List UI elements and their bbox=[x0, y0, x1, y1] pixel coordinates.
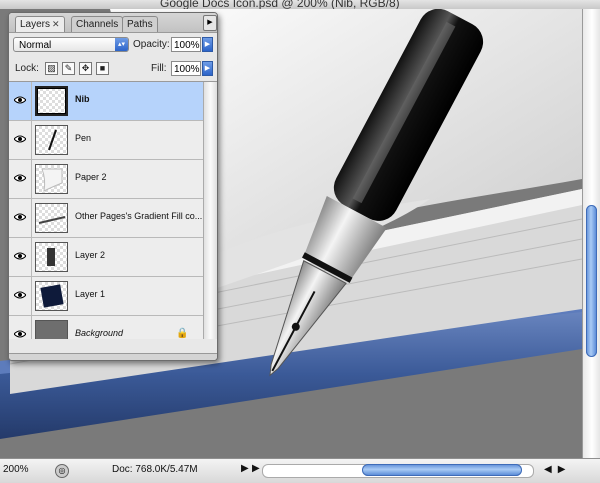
triangle-right-icon: ▶ bbox=[204, 41, 211, 48]
pen-thumbnail-icon bbox=[48, 129, 57, 151]
panel-tab-bar: Layers ✕ Channels Paths ▶ bbox=[9, 13, 217, 33]
layer-thumbnail bbox=[35, 164, 68, 194]
tab-channels-label: Channels bbox=[76, 19, 119, 30]
layer-name: Layer 2 bbox=[75, 250, 106, 260]
layer-row-layer-2[interactable]: Layer 2 bbox=[9, 238, 217, 277]
opacity-slider-arrow[interactable]: ▶ bbox=[202, 37, 213, 52]
lock-all-icon[interactable]: ■ bbox=[96, 62, 109, 75]
fill-input[interactable]: 100% bbox=[171, 61, 201, 76]
panel-footer bbox=[9, 353, 217, 360]
lock-fill-row: Lock: ▨ ✎ ✥ ■ Fill: 100% ▶ bbox=[9, 57, 217, 82]
blend-opacity-row: Normal ▴▾ Opacity: 100% ▶ bbox=[9, 33, 217, 57]
lock-image-pixels-icon[interactable]: ✎ bbox=[62, 62, 75, 75]
layer-row-background[interactable]: Background 🔒 bbox=[9, 316, 217, 339]
zoom-field[interactable]: 200% bbox=[3, 463, 43, 477]
tab-channels[interactable]: Channels bbox=[71, 16, 124, 32]
triangle-right-icon: ▶ bbox=[252, 463, 260, 474]
blend-mode-select[interactable]: Normal ▴▾ bbox=[13, 37, 129, 52]
opacity-label: Opacity: bbox=[133, 39, 170, 50]
triangle-right-icon: ▶ bbox=[207, 19, 213, 26]
document-title: Google Docs Icon.psd @ 200% (Nib, RGB/8) bbox=[160, 0, 400, 9]
eye-icon bbox=[14, 330, 26, 338]
layer-thumbnail bbox=[35, 320, 68, 339]
layer-name: Paper 2 bbox=[75, 172, 107, 182]
eye-icon bbox=[14, 174, 26, 182]
layer-thumbnail bbox=[35, 86, 68, 116]
layer-name: Layer 1 bbox=[75, 289, 106, 299]
visibility-toggle[interactable] bbox=[9, 82, 32, 120]
canvas-horizontal-scrollbar[interactable]: ▶ ◀▶ bbox=[252, 461, 600, 479]
layer-row-pen[interactable]: Pen bbox=[9, 121, 217, 160]
line-thumbnail-icon bbox=[38, 216, 66, 224]
vertical-scroll-thumb[interactable] bbox=[586, 205, 597, 357]
visibility-toggle[interactable] bbox=[9, 238, 32, 276]
layer-row-gradient-fill[interactable]: Other Pages's Gradient Fill co... bbox=[9, 199, 217, 238]
layer-row-layer-1[interactable]: Layer 1 bbox=[9, 277, 217, 316]
layer-row-nib[interactable]: Nib bbox=[9, 82, 217, 121]
scroll-arrows-icon[interactable]: ◀▶ bbox=[544, 464, 571, 475]
document-info: Doc: 768.0K/5.47M bbox=[112, 464, 198, 475]
visibility-toggle[interactable] bbox=[9, 160, 32, 198]
fill-label: Fill: bbox=[151, 63, 167, 74]
layers-list-scrollbar[interactable] bbox=[203, 82, 217, 339]
layer-thumbnail bbox=[35, 125, 68, 155]
fill-slider-arrow[interactable]: ▶ bbox=[202, 61, 213, 76]
updown-arrows-icon: ▴▾ bbox=[115, 38, 128, 51]
lock-icon: 🔒 bbox=[176, 328, 189, 339]
tab-paths-label: Paths bbox=[127, 19, 153, 30]
status-bar: 200% ◎ Doc: 768.0K/5.47M ▶ ▶ ◀▶ bbox=[0, 458, 600, 483]
eye-icon bbox=[14, 252, 26, 260]
square-thumbnail-icon bbox=[40, 284, 64, 308]
document-title-bar: Google Docs Icon.psd @ 200% (Nib, RGB/8) bbox=[0, 0, 600, 9]
lock-label: Lock: bbox=[15, 63, 39, 74]
tab-paths[interactable]: Paths bbox=[122, 16, 158, 32]
paper-thumbnail-icon bbox=[41, 168, 63, 192]
layer-name: Pen bbox=[75, 133, 92, 143]
visibility-toggle[interactable] bbox=[9, 316, 32, 339]
triangle-right-icon: ▶ bbox=[204, 65, 211, 72]
canvas-vertical-scrollbar[interactable] bbox=[582, 9, 600, 458]
eye-icon bbox=[14, 135, 26, 143]
visibility-toggle[interactable] bbox=[9, 121, 32, 159]
status-menu-icon[interactable]: ◎ bbox=[55, 464, 69, 478]
panel-menu-button[interactable]: ▶ bbox=[203, 15, 217, 31]
layers-panel: Layers ✕ Channels Paths ▶ Normal ▴▾ Opaci… bbox=[8, 12, 218, 361]
layer-thumbnail bbox=[35, 203, 68, 233]
eye-icon bbox=[14, 213, 26, 221]
visibility-toggle[interactable] bbox=[9, 199, 32, 237]
eye-icon bbox=[14, 96, 26, 104]
layer-row-paper-2[interactable]: Paper 2 bbox=[9, 160, 217, 199]
lock-position-icon[interactable]: ✥ bbox=[79, 62, 92, 75]
layer-thumbnail bbox=[35, 242, 68, 272]
layer-name: Background bbox=[75, 328, 124, 338]
layer-name: Other Pages's Gradient Fill co... bbox=[75, 211, 203, 221]
layers-list: Nib Pen Paper 2 Other Pages's Gradient F… bbox=[9, 82, 217, 339]
layer-thumbnail bbox=[35, 281, 68, 311]
close-icon[interactable]: ✕ bbox=[52, 19, 60, 29]
triangle-right-icon[interactable]: ▶ bbox=[241, 463, 249, 474]
layer-name: Nib bbox=[75, 94, 90, 104]
tab-layers-label: Layers bbox=[20, 19, 51, 30]
blend-mode-value: Normal bbox=[19, 40, 52, 51]
tab-layers[interactable]: Layers ✕ bbox=[15, 16, 65, 32]
visibility-toggle[interactable] bbox=[9, 277, 32, 315]
horizontal-scroll-thumb[interactable] bbox=[362, 464, 522, 476]
lock-transparent-pixels-icon[interactable]: ▨ bbox=[45, 62, 58, 75]
opacity-input[interactable]: 100% bbox=[171, 37, 201, 52]
bar-thumbnail-icon bbox=[47, 248, 55, 266]
eye-icon bbox=[14, 291, 26, 299]
